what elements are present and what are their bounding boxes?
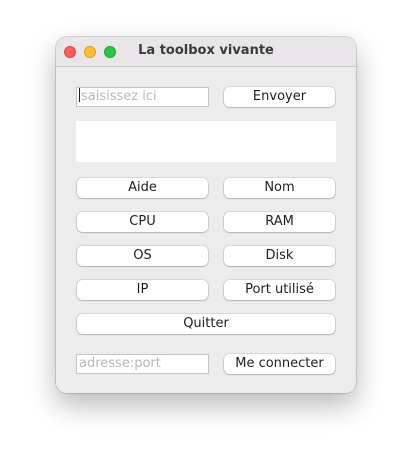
os-button[interactable]: OS (77, 246, 208, 266)
help-button[interactable]: Aide (77, 178, 208, 198)
app-window: La toolbox vivante saisissez ici Envoyer… (56, 37, 356, 393)
message-placeholder: saisissez ici (81, 89, 157, 104)
address-placeholder: adresse:port (79, 356, 161, 371)
output-area (76, 121, 336, 162)
cpu-button[interactable]: CPU (77, 212, 208, 232)
name-button[interactable]: Nom (224, 178, 335, 198)
ram-button[interactable]: RAM (224, 212, 335, 232)
title-bar[interactable]: La toolbox vivante (56, 37, 356, 67)
send-button[interactable]: Envoyer (224, 87, 335, 107)
port-button[interactable]: Port utilisé (224, 280, 335, 300)
window-title: La toolbox vivante (138, 43, 274, 58)
connect-button[interactable]: Me connecter (224, 354, 335, 374)
text-caret (79, 88, 80, 102)
address-input[interactable]: adresse:port (76, 354, 209, 374)
ip-button[interactable]: IP (77, 280, 208, 300)
disk-button[interactable]: Disk (224, 246, 335, 266)
quit-button[interactable]: Quitter (77, 314, 335, 334)
message-input[interactable]: saisissez ici (76, 87, 209, 107)
